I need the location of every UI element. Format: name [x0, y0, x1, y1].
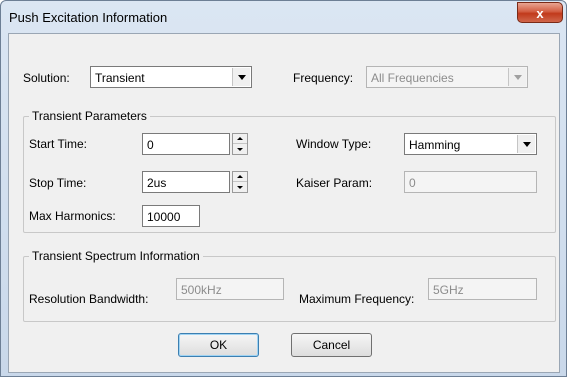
maximum-frequency-label: Maximum Frequency: [299, 292, 415, 306]
resolution-bandwidth-value: 500kHz [181, 283, 222, 297]
stop-time-spinner[interactable] [232, 171, 248, 193]
window-type-value: Hamming [409, 138, 461, 152]
max-harmonics-input[interactable]: 10000 [142, 205, 200, 227]
solution-value: Transient [95, 71, 145, 85]
window-type-dropdown[interactable]: Hamming [404, 133, 537, 155]
solution-label: Solution: [23, 71, 70, 85]
spectrum-group-label: Transient Spectrum Information [29, 249, 203, 263]
max-harmonics-value: 10000 [147, 210, 181, 224]
dialog-window: Push Excitation Information x Solution: … [0, 0, 567, 377]
frequency-label: Frequency: [293, 71, 354, 85]
max-harmonics-label: Max Harmonics: [29, 209, 116, 223]
spin-up-icon[interactable] [233, 134, 247, 144]
frequency-value: All Frequencies [371, 71, 454, 85]
close-icon: x [536, 6, 544, 21]
frequency-dropdown: All Frequencies [366, 66, 528, 88]
dialog-body: Solution: Transient Frequency: All Frequ… [8, 33, 560, 373]
spin-up-icon[interactable] [233, 172, 247, 182]
chevron-down-icon [508, 68, 526, 86]
start-time-value: 0 [147, 138, 154, 152]
solution-dropdown[interactable]: Transient [90, 66, 252, 88]
transient-parameters-group-label: Transient Parameters [29, 109, 150, 123]
close-button[interactable]: x [517, 2, 563, 23]
kaiser-param-value: 0 [409, 176, 416, 190]
maximum-frequency-input: 5GHz [428, 278, 537, 300]
stop-time-input[interactable]: 2us [142, 171, 230, 193]
spin-down-icon[interactable] [233, 182, 247, 192]
window-type-label: Window Type: [296, 137, 372, 151]
title-bar[interactable]: Push Excitation Information x [1, 1, 566, 33]
chevron-down-icon[interactable] [517, 135, 535, 153]
spin-down-icon[interactable] [233, 144, 247, 154]
stop-time-label: Stop Time: [29, 176, 87, 190]
start-time-spinner[interactable] [232, 133, 248, 155]
maximum-frequency-value: 5GHz [433, 283, 464, 297]
start-time-label: Start Time: [29, 137, 88, 151]
cancel-button[interactable]: Cancel [291, 333, 372, 357]
resolution-bandwidth-input: 500kHz [176, 278, 284, 300]
chevron-down-icon[interactable] [232, 68, 250, 86]
ok-button[interactable]: OK [178, 333, 259, 357]
dialog-title: Push Excitation Information [9, 10, 168, 25]
start-time-input[interactable]: 0 [142, 133, 230, 155]
stop-time-value: 2us [147, 176, 167, 190]
kaiser-param-input: 0 [404, 171, 537, 193]
resolution-bandwidth-label: Resolution Bandwidth: [29, 292, 149, 306]
kaiser-param-label: Kaiser Param: [296, 176, 373, 190]
